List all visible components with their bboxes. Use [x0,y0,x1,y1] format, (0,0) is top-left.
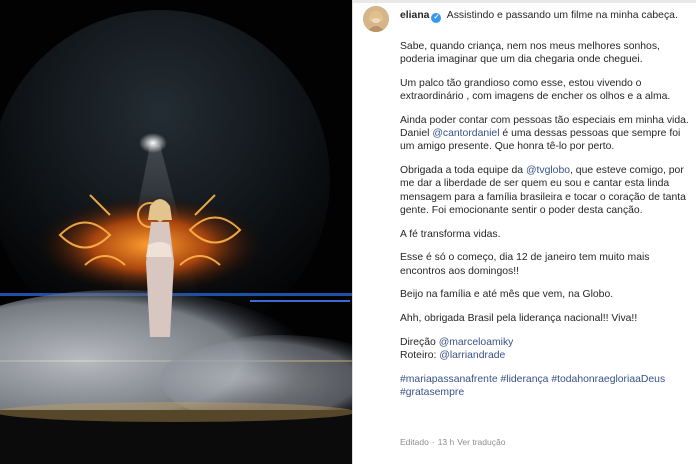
performer-figure [146,199,174,337]
username-link[interactable]: eliana [400,10,429,21]
mention-link[interactable]: @marceloamiky [439,337,514,348]
hashtag-links[interactable]: #mariapassanafrente #liderança #todahonr… [400,374,665,385]
mention-link[interactable]: @tvglobo [526,165,570,176]
meta-separator: · [431,437,435,447]
avatar[interactable] [363,6,389,32]
caption-headline: Assistindo e passando um filme na minha … [446,10,678,21]
caption-paragraph-1: Sabe, quando criança, nem nos meus melho… [400,41,660,66]
mention-link[interactable]: @larriandrade [439,350,505,361]
credit-label: Roteiro: [400,350,440,362]
hashtag-link[interactable]: #gratasempre [400,387,464,398]
credit-direction: Direção @marceloamiky [400,336,692,349]
see-translation-link[interactable]: Ver tradução [457,437,505,447]
top-divider [353,0,696,3]
credit-label: Direção [400,337,439,348]
mention-link[interactable]: @cantordaniel [432,128,499,139]
caption-paragraph-2: Um palco tão grandioso como esse, estou … [400,78,671,103]
post-caption: eliana ✓ Assistindo e passando um filme n… [400,6,692,399]
caption-paragraph-6: Esse é só o começo, dia 12 de janeiro te… [400,252,650,277]
post-time[interactable]: 13 h [438,437,455,447]
caption-paragraph-3: Ainda poder contar com pessoas tão espec… [400,114,692,154]
caption-first-line: eliana ✓ Assistindo e passando um filme n… [400,9,692,23]
post-media-image[interactable] [0,0,352,464]
caption-paragraph-4: Obrigada a toda equipe da @tvglobo, que … [400,164,692,217]
caption-paragraph-8: Ahh, obrigada Brasil pela liderança naci… [400,313,638,325]
avatar-photo [363,6,389,32]
caption-text: Obrigada a toda equipe da [400,165,526,177]
post-sidebar: eliana ✓ Assistindo e passando um filme n… [352,0,696,464]
caption-paragraph-7: Beijo na família e até mês que vem, na G… [400,289,614,301]
credit-script: Roteiro: @larriandrade [400,349,692,362]
stage-performance-photo [0,0,352,464]
edited-label: Editado [400,437,429,447]
caption-paragraph-5: A fé transforma vidas. [400,228,501,240]
hashtags: #mariapassanafrente #liderança #todahonr… [400,373,692,399]
verified-badge-icon: ✓ [431,13,442,23]
post-meta: Editado · 13 h Ver tradução [400,437,508,447]
